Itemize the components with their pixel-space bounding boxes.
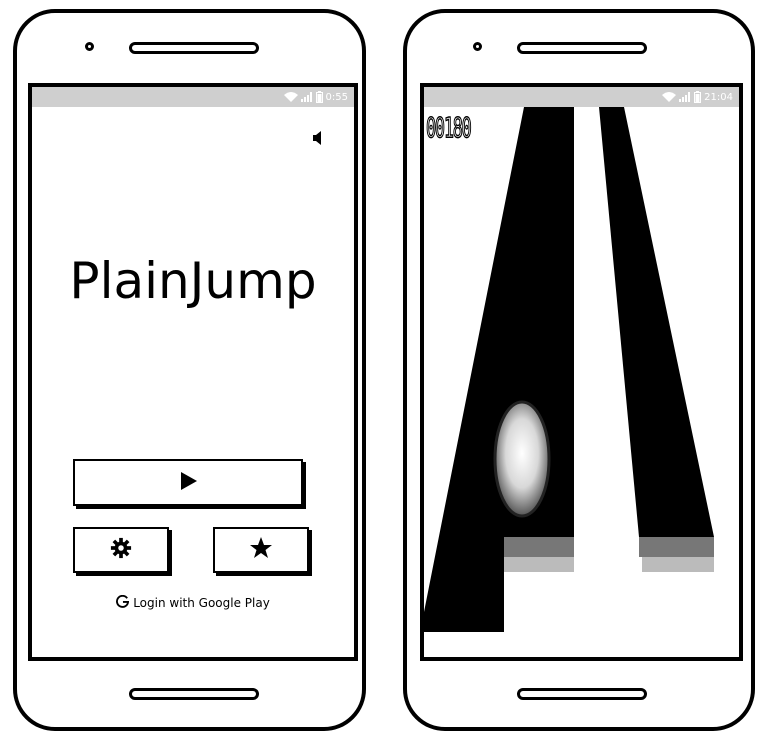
front-camera — [473, 42, 482, 51]
settings-button[interactable] — [73, 527, 169, 573]
right-lane — [599, 107, 714, 572]
signal-icon — [300, 92, 313, 102]
score-display: 00180 — [426, 110, 473, 145]
battery-icon — [694, 91, 702, 103]
front-camera — [85, 42, 94, 51]
signal-icon — [679, 92, 691, 102]
google-g-icon — [116, 594, 130, 611]
status-bar: 0:55 — [32, 87, 354, 107]
speaker-icon[interactable] — [312, 130, 326, 150]
achievements-button[interactable] — [213, 527, 309, 573]
battery-icon — [315, 91, 323, 103]
gear-icon — [110, 537, 132, 563]
star-icon — [249, 536, 273, 564]
game-title: PlainJump — [69, 252, 317, 310]
left-lane — [424, 107, 574, 632]
status-time: 0:55 — [325, 91, 348, 103]
game-track — [424, 107, 714, 632]
ball-player — [493, 400, 551, 518]
wifi-icon — [662, 92, 677, 102]
google-play-login-link[interactable]: Login with Google Play — [32, 594, 354, 611]
phone-frame-game: 21:04 00180 — [403, 9, 755, 731]
earpiece-speaker — [517, 42, 647, 54]
phone-frame-menu: 0:55 PlainJump Login with Google Play — [13, 9, 366, 731]
status-time: 21:04 — [704, 91, 733, 103]
status-bar: 21:04 — [424, 87, 739, 107]
play-button[interactable] — [73, 459, 303, 506]
earpiece-speaker — [129, 42, 259, 54]
menu-screen: 0:55 PlainJump Login with Google Play — [28, 83, 358, 661]
login-text: Login with Google Play — [133, 596, 270, 610]
wifi-icon — [283, 92, 298, 102]
game-screen: 21:04 00180 — [420, 83, 743, 661]
bottom-speaker — [129, 688, 259, 700]
bottom-speaker — [517, 688, 647, 700]
play-icon — [177, 470, 199, 496]
